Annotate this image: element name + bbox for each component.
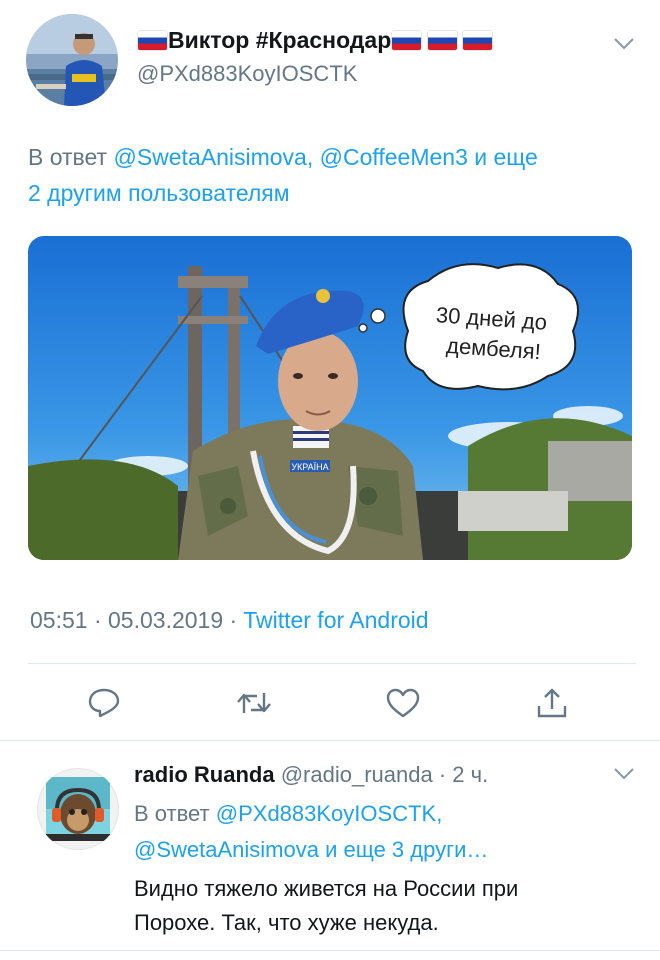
reply-author-name[interactable]: radio Ruanda	[134, 762, 275, 787]
reply-context: В ответ @SwetaAnisimova, @CoffeeMen3 и е…	[28, 139, 638, 211]
tweet-time: 05:51	[30, 607, 88, 633]
tweet-source-link[interactable]: Twitter for Android	[243, 607, 428, 633]
reply-prefix: В ответ	[28, 144, 108, 170]
meta-separator: ·	[93, 607, 102, 633]
tweet-image[interactable]: УКРАЇНА 30 дней до дембеля!	[28, 236, 632, 560]
russia-flag-icon	[463, 31, 493, 50]
meta-separator: ·	[229, 607, 238, 633]
divider	[0, 950, 660, 951]
like-icon[interactable]	[381, 681, 425, 725]
mention-link[interactable]: @PXd883KoyIOSCTK,	[216, 801, 443, 826]
share-icon[interactable]	[530, 681, 574, 725]
reply-header: radio Ruanda @radio_ruanda · 2 ч.	[134, 760, 488, 790]
chevron-down-icon[interactable]	[602, 752, 646, 796]
mention-link[interactable]: @SwetaAnisimova,	[113, 144, 313, 170]
reply-text-line: Порохе. Так, что хуже некуда.	[134, 910, 439, 935]
reply-others-link[interactable]: 2 другим пользователям	[28, 180, 290, 206]
reply-time: · 2 ч.	[438, 762, 489, 787]
russia-flag-icon	[392, 31, 422, 50]
author-handle[interactable]: @PXd883KoyIOSCTK	[137, 60, 357, 88]
retweet-icon[interactable]	[232, 681, 276, 725]
mention-link[interactable]: @CoffeeMen3	[320, 144, 468, 170]
patch-label: УКРАЇНА	[291, 462, 328, 472]
mention-link[interactable]: @SwetaAnisimova	[134, 837, 319, 862]
russia-flag-icon	[138, 31, 167, 50]
reply-prefix: В ответ	[134, 801, 210, 826]
reply-author-handle[interactable]: @radio_ruanda	[281, 762, 433, 787]
author-name-line[interactable]: Виктор #Краснодар	[137, 26, 493, 58]
section-divider	[0, 740, 660, 741]
tweet-date: 05.03.2019	[108, 607, 224, 633]
reply-icon[interactable]	[82, 681, 126, 725]
reply-context: В ответ @PXd883KoyIOSCTK, @SwetaAnisimov…	[134, 796, 634, 868]
reply-author-avatar[interactable]	[37, 768, 119, 850]
divider	[28, 663, 636, 664]
reply-others-link[interactable]: и еще	[474, 144, 538, 170]
reply-others-link[interactable]: и еще 3 други…	[325, 837, 488, 862]
chevron-down-icon[interactable]	[602, 22, 646, 66]
reply-text-line: Видно тяжело живется на России при	[134, 876, 519, 901]
author-avatar[interactable]	[26, 14, 118, 106]
tweet-meta: 05:51 · 05.03.2019 · Twitter for Android	[30, 604, 429, 636]
russia-flag-icon	[427, 31, 457, 50]
author-name: Виктор #Краснодар	[168, 27, 392, 53]
reply-text: Видно тяжело живется на России при Порох…	[134, 872, 644, 940]
